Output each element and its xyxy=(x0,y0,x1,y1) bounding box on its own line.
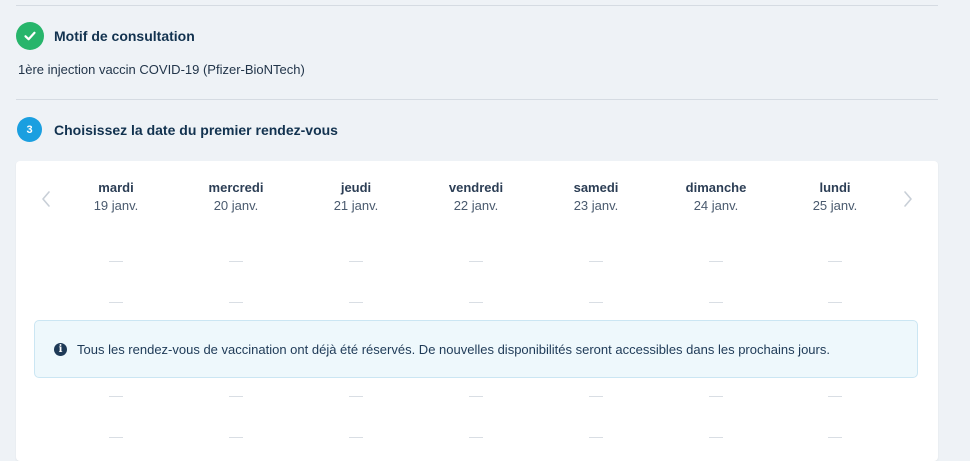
day-name: jeudi xyxy=(340,180,372,195)
empty-slot-marker xyxy=(469,302,483,303)
next-week-button[interactable] xyxy=(899,188,917,210)
empty-slot-marker xyxy=(109,302,123,303)
section-divider xyxy=(16,99,938,100)
empty-slot-marker xyxy=(349,437,363,438)
alert-message: Tous les rendez-vous de vaccination ont … xyxy=(77,341,830,357)
empty-slot-marker xyxy=(349,302,363,303)
day-date: 22 janv. xyxy=(453,198,499,213)
empty-slot-marker xyxy=(828,302,842,303)
empty-slot-marker xyxy=(828,261,842,262)
day-date: 20 janv. xyxy=(213,198,259,213)
day-column-jeudi: jeudi 21 janv. xyxy=(296,179,416,215)
empty-slot-marker xyxy=(109,437,123,438)
empty-slot-marker xyxy=(229,437,243,438)
day-date: 25 janv. xyxy=(812,198,858,213)
empty-slot-marker xyxy=(589,302,603,303)
day-name: mardi xyxy=(98,180,134,195)
empty-slot-marker xyxy=(229,261,243,262)
selected-motif-value: 1ère injection vaccin COVID-19 (Pfizer-B… xyxy=(18,62,305,77)
empty-slot-marker xyxy=(469,437,483,438)
empty-slot-marker xyxy=(589,261,603,262)
empty-slot-marker xyxy=(469,261,483,262)
empty-slot-marker xyxy=(349,261,363,262)
empty-slot-marker xyxy=(589,396,603,397)
day-date: 24 janv. xyxy=(693,198,739,213)
day-column-lundi: lundi 25 janv. xyxy=(775,179,895,215)
day-date: 23 janv. xyxy=(573,198,619,213)
day-column-dimanche: dimanche 24 janv. xyxy=(656,179,776,215)
empty-slot-marker xyxy=(109,261,123,262)
day-date: 19 janv. xyxy=(93,198,139,213)
day-column-vendredi: vendredi 22 janv. xyxy=(416,179,536,215)
empty-slot-marker xyxy=(229,396,243,397)
info-icon: i xyxy=(54,342,67,356)
day-name: dimanche xyxy=(685,180,747,195)
day-name: mercredi xyxy=(208,180,264,195)
step-motif-header: Motif de consultation xyxy=(16,22,195,50)
top-divider xyxy=(16,5,938,6)
day-name: lundi xyxy=(819,180,851,195)
empty-slot-marker xyxy=(589,437,603,438)
step-motif-title: Motif de consultation xyxy=(54,28,195,44)
step-complete-badge xyxy=(16,22,44,50)
step-date-title: Choisissez la date du premier rendez-vou… xyxy=(54,121,338,138)
empty-slot-marker xyxy=(709,396,723,397)
chevron-left-icon xyxy=(42,191,50,207)
empty-slot-marker xyxy=(709,261,723,262)
day-column-mardi: mardi 19 janv. xyxy=(56,179,176,215)
empty-slot-marker xyxy=(229,302,243,303)
empty-slot-marker xyxy=(109,396,123,397)
previous-week-button[interactable] xyxy=(37,188,55,210)
empty-slot-marker xyxy=(709,302,723,303)
empty-slot-marker xyxy=(828,437,842,438)
day-name: samedi xyxy=(573,180,619,195)
day-date: 21 janv. xyxy=(333,198,379,213)
availability-calendar: mardi 19 janv. mercredi 20 janv. jeudi 21 jan… xyxy=(16,161,938,461)
chevron-right-icon xyxy=(904,191,912,207)
day-column-mercredi: mercredi 20 janv. xyxy=(176,179,296,215)
empty-slot-marker xyxy=(469,396,483,397)
empty-slot-marker xyxy=(349,396,363,397)
step-number-badge: 3 xyxy=(17,117,42,142)
empty-slot-marker xyxy=(828,396,842,397)
check-icon xyxy=(24,31,36,41)
step-date-header: 3 Choisissez la date du premier rendez-v… xyxy=(16,117,338,142)
day-column-samedi: samedi 23 janv. xyxy=(536,179,656,215)
empty-slot-marker xyxy=(709,437,723,438)
no-availability-alert: i Tous les rendez-vous de vaccination on… xyxy=(34,320,918,378)
day-name: vendredi xyxy=(448,180,504,195)
